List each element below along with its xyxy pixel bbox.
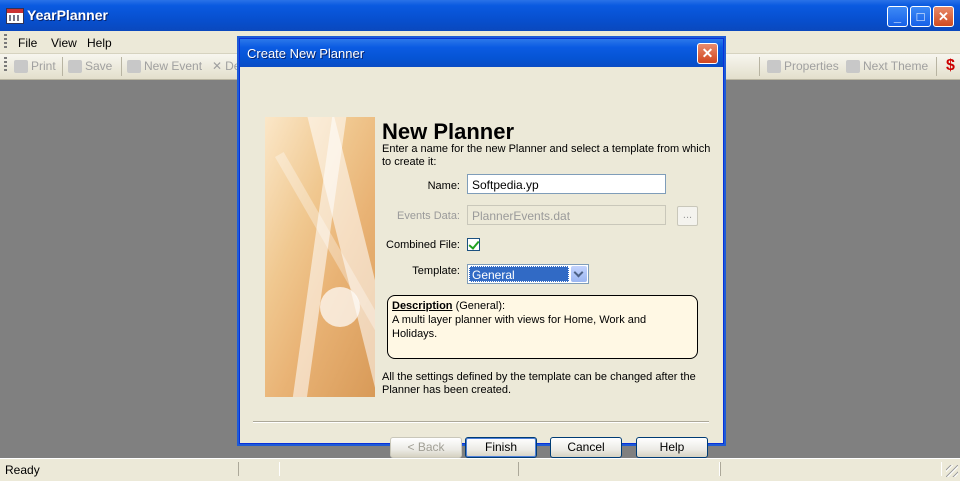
dialog-title-bar[interactable]: Create New Planner ✕ [240, 39, 723, 67]
minimize-button[interactable]: _ [887, 6, 908, 27]
browse-button[interactable]: ... [677, 206, 698, 226]
toolbar-grip [4, 57, 7, 73]
wizard-side-image [265, 117, 375, 397]
properties-button[interactable]: Properties [767, 59, 839, 73]
status-panel [238, 462, 280, 476]
properties-icon [767, 59, 781, 73]
name-label: Name: [427, 180, 460, 192]
main-title-bar: YearPlanner _ □ ✕ [0, 0, 960, 31]
new-event-icon [127, 59, 141, 73]
printer-icon [14, 59, 28, 73]
dialog-title: Create New Planner [247, 46, 365, 61]
resize-grip[interactable] [946, 465, 958, 477]
toolbar-separator [759, 57, 760, 76]
toolbar-separator [62, 57, 63, 76]
menu-view[interactable]: View [51, 36, 77, 50]
cancel-button[interactable]: Cancel [550, 437, 622, 458]
status-panel [720, 462, 942, 476]
close-button[interactable]: ✕ [933, 6, 954, 27]
floppy-icon [68, 59, 82, 73]
dialog-close-button[interactable]: ✕ [697, 43, 718, 64]
template-select[interactable]: General [467, 264, 589, 284]
events-data-label: Events Data: [397, 210, 460, 222]
create-planner-dialog: Create New Planner ✕ New Planner Enter a… [239, 38, 724, 458]
menu-grip [4, 34, 7, 50]
combined-file-label: Combined File: [386, 239, 460, 251]
menu-help[interactable]: Help [87, 36, 112, 50]
next-theme-button[interactable]: Next Theme [846, 59, 928, 73]
print-button[interactable]: Print [14, 59, 56, 73]
description-subtitle: (General): [452, 300, 506, 312]
delete-button[interactable]: ✕ De [212, 59, 240, 73]
events-data-field[interactable]: PlannerEvents.dat [467, 205, 666, 225]
combined-file-checkbox[interactable] [467, 238, 480, 251]
footer-note: All the settings defined by the template… [382, 371, 696, 396]
currency-button[interactable]: $ [946, 57, 955, 75]
delete-icon: ✕ [212, 59, 223, 73]
back-button[interactable]: < Back [390, 437, 462, 458]
chevron-down-icon[interactable] [571, 266, 587, 282]
save-button[interactable]: Save [68, 59, 112, 73]
wizard-heading: New Planner [382, 119, 515, 144]
theme-icon [846, 59, 860, 73]
status-panel [518, 462, 720, 476]
new-event-button[interactable]: New Event [127, 59, 202, 73]
status-bar: Ready [0, 458, 960, 481]
toolbar-separator [121, 57, 122, 76]
help-button[interactable]: Help [636, 437, 708, 458]
template-label: Template: [412, 265, 460, 277]
dialog-body: New Planner Enter a name for the new Pla… [240, 67, 723, 458]
toolbar-separator [936, 57, 937, 76]
wizard-intro: Enter a name for the new Planner and sel… [382, 143, 711, 168]
window-title: YearPlanner [27, 7, 108, 23]
description-text: A multi layer planner with views for Hom… [392, 314, 647, 340]
description-box: Description (General): A multi layer pla… [387, 295, 698, 359]
finish-button[interactable]: Finish [465, 437, 537, 458]
status-text: Ready [5, 463, 40, 477]
dialog-divider [253, 421, 709, 423]
description-title: Description [392, 300, 453, 312]
calendar-icon [6, 8, 24, 24]
maximize-button[interactable]: □ [910, 6, 931, 27]
menu-file[interactable]: File [18, 36, 37, 50]
name-field[interactable]: Softpedia.yp [467, 174, 666, 194]
template-selected-value: General [469, 266, 569, 282]
